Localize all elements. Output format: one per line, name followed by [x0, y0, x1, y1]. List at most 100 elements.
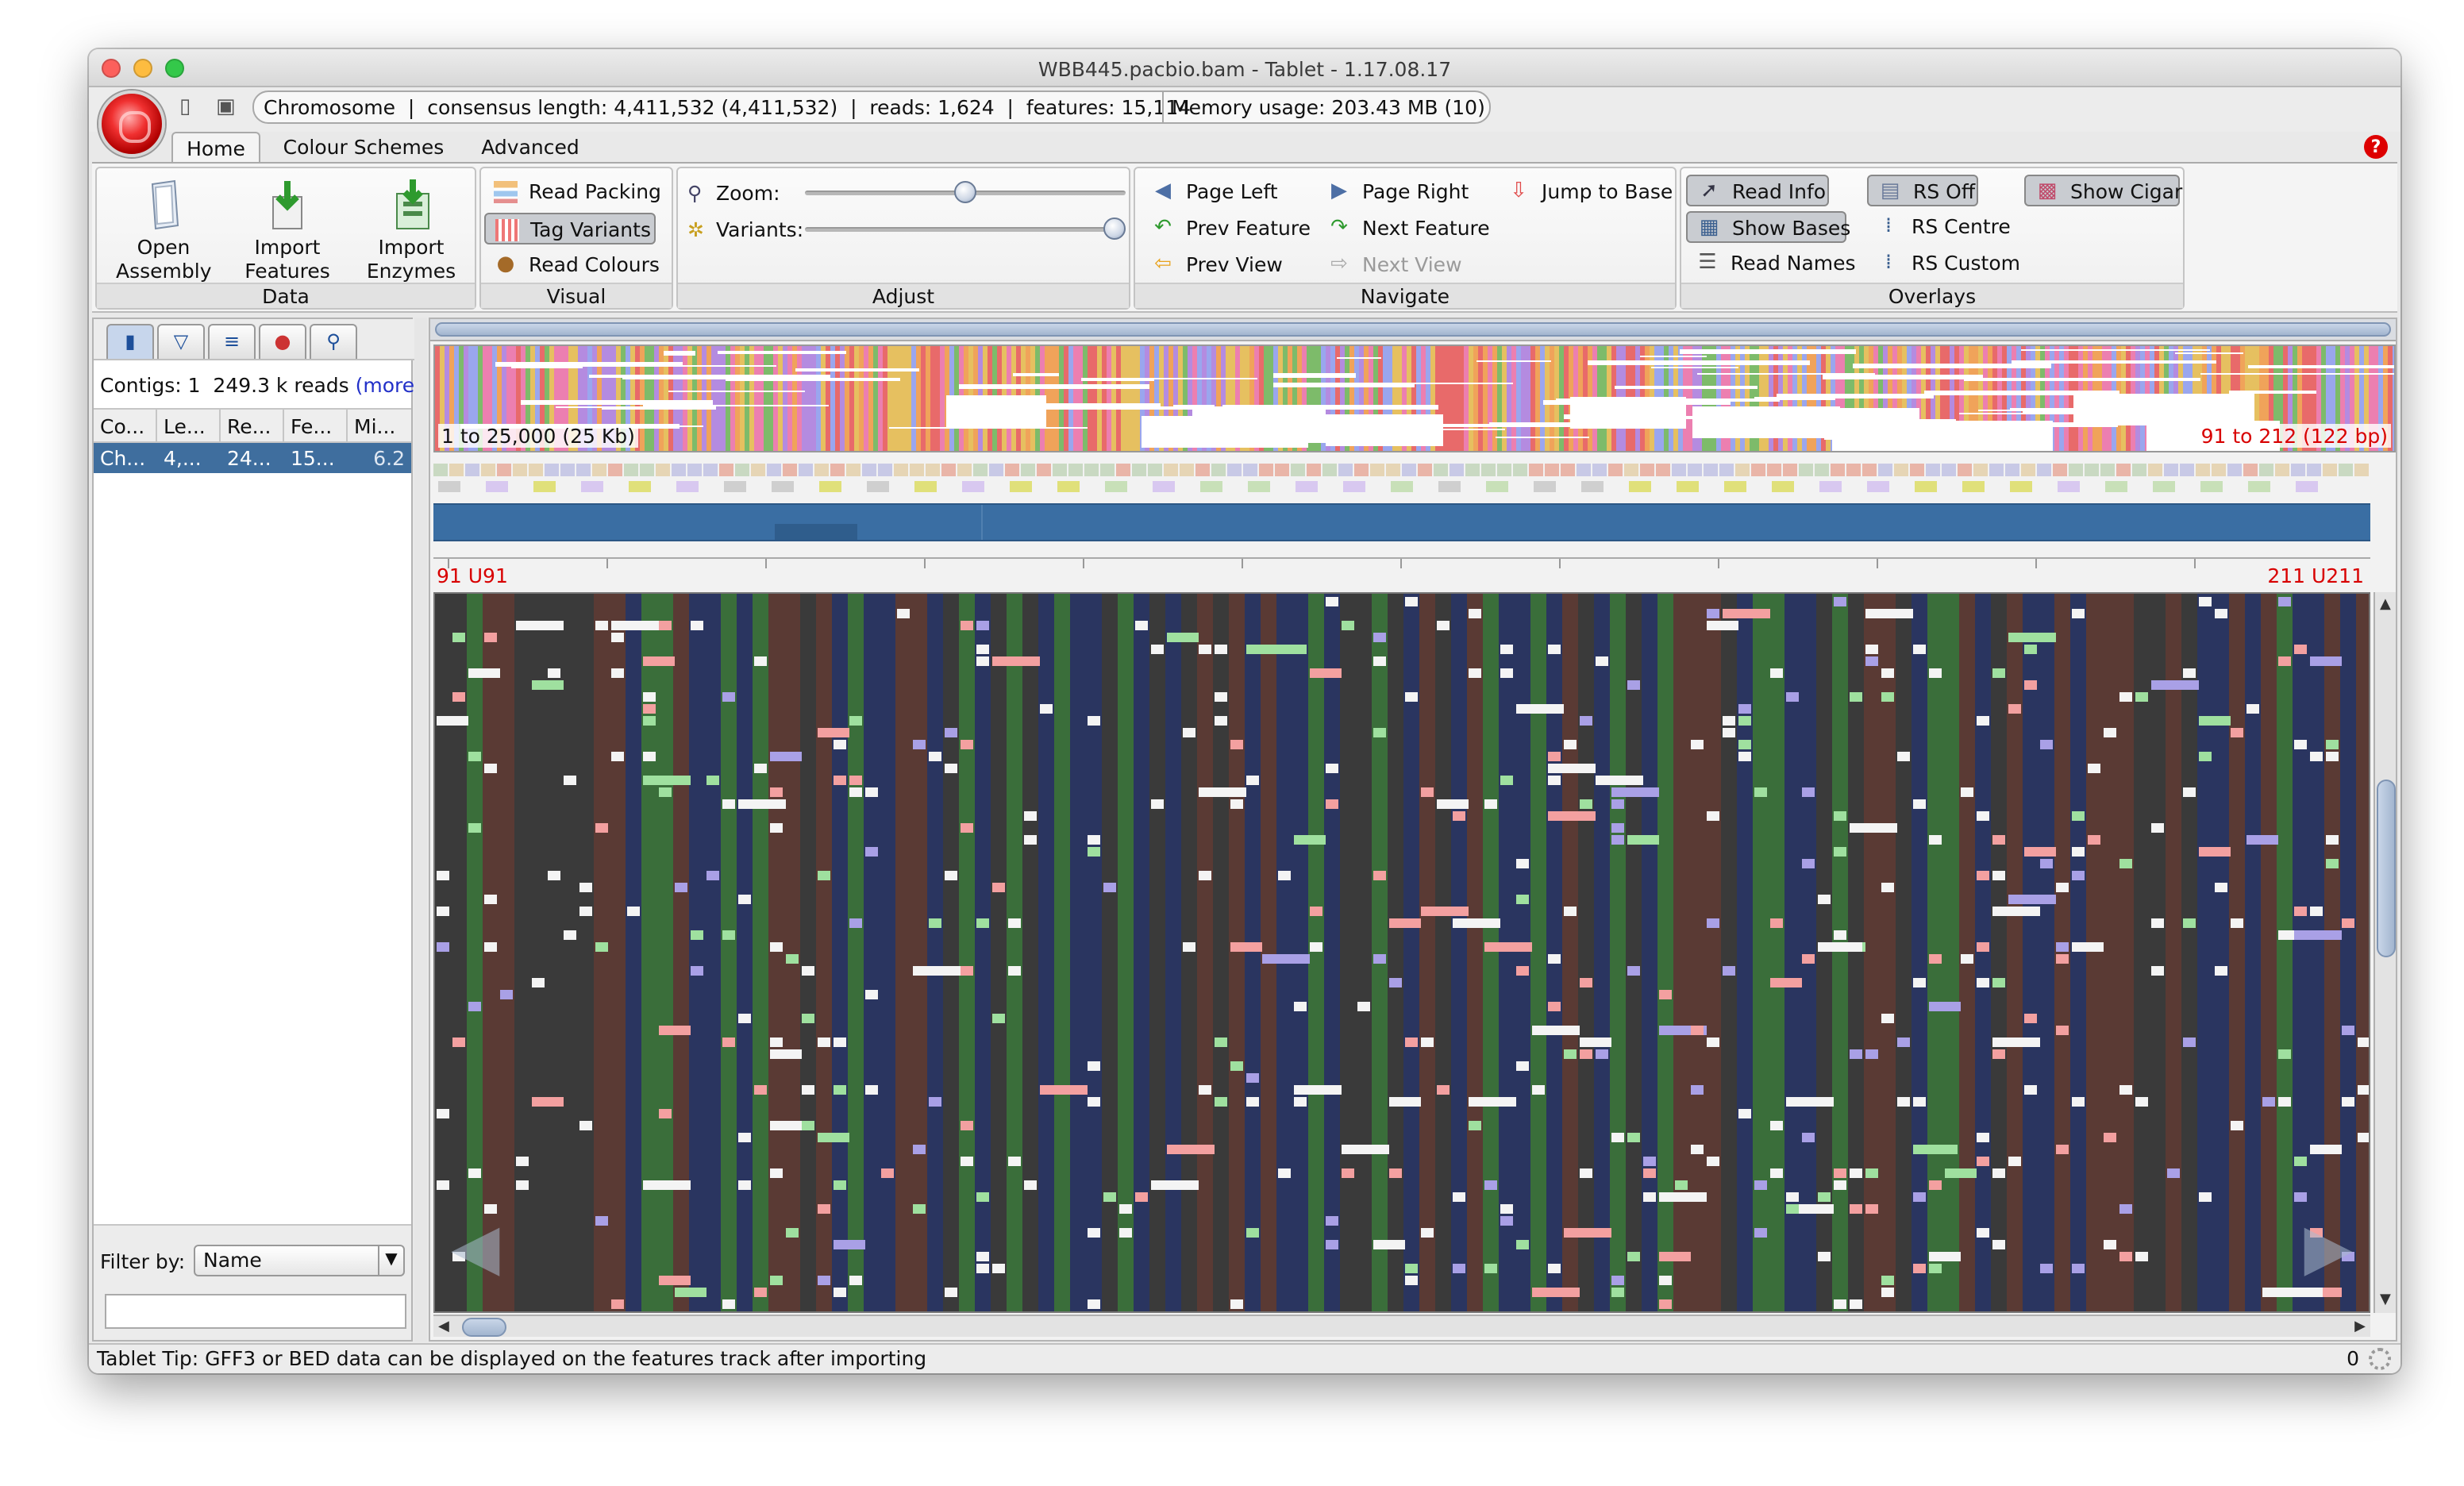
consensus-base	[1307, 464, 1321, 476]
horizontal-scrollbar[interactable]: ◀ ▶	[433, 1315, 2370, 1337]
base-column	[1515, 594, 1530, 1311]
read-packing-button[interactable]: Read Packing	[484, 176, 661, 208]
overview-stripe	[716, 346, 721, 451]
vertical-scrollbar-thumb[interactable]	[2377, 780, 2396, 957]
variant-tag	[2215, 966, 2227, 976]
variant-tag	[1723, 966, 1735, 976]
variant-tag	[1088, 716, 1100, 726]
contigs-tab-icon[interactable]: ▮	[106, 324, 154, 359]
notes-tab-icon[interactable]: ≡	[208, 324, 256, 359]
read-info-button[interactable]: ➚ Read Info	[1686, 175, 1829, 206]
variant-tag	[2135, 1097, 2148, 1107]
page-left-button[interactable]: ◀ Page Left	[1142, 176, 1278, 208]
show-bases-button[interactable]: ▦ Show Bases	[1686, 211, 1850, 243]
filter-select[interactable]: Name ▼	[194, 1245, 405, 1276]
more-link[interactable]: (more)	[356, 373, 422, 397]
import-enzymes-button[interactable]: Import Enzymes	[364, 178, 459, 283]
open-assembly-button[interactable]: Open Assembly	[116, 178, 212, 283]
scroll-down-icon[interactable]: ▼	[2380, 1291, 2391, 1310]
variant-tag	[1548, 954, 1561, 964]
consensus-base	[799, 464, 813, 476]
tab-colour-schemes[interactable]: Colour Schemes	[276, 132, 451, 164]
overview-gap	[1081, 378, 1154, 381]
variants-slider[interactable]	[805, 227, 1126, 232]
tab-advanced[interactable]: Advanced	[467, 132, 594, 164]
vertical-scrollbar[interactable]: ▲ ▼	[2374, 592, 2396, 1313]
column-features[interactable]: Fe...	[284, 410, 348, 443]
read-names-button[interactable]: ☰ Read Names	[1686, 248, 1855, 279]
import-features-button[interactable]: Import Features	[240, 178, 335, 283]
overview-canvas[interactable]: 1 to 25,000 (25 Kb) 91 to 212 (122 bp)	[433, 345, 2396, 452]
tag-variants-button[interactable]: Tag Variants	[484, 213, 656, 244]
variant-tag	[1548, 811, 1596, 821]
variant-tag	[2231, 728, 2243, 737]
next-feature-button[interactable]: ↷ Next Feature	[1318, 213, 1490, 244]
colours-tab-icon[interactable]: ●	[259, 324, 306, 359]
variant-tag	[1548, 764, 1596, 773]
memory-usage: Memory usage: 203.43 MB (10)	[1172, 95, 1485, 119]
open-file-icon[interactable]: ▯	[179, 95, 202, 121]
column-mismatch[interactable]: Mi...	[348, 410, 411, 443]
application-menu-button[interactable]	[98, 90, 165, 157]
base-column	[705, 594, 721, 1311]
consensus-base	[2164, 464, 2178, 476]
variant-tag	[437, 716, 468, 726]
read-colours-button[interactable]: ● Read Colours	[484, 249, 660, 281]
features-tab-icon[interactable]: ▽	[157, 324, 205, 359]
overview-gap	[1823, 375, 1983, 379]
rs-off-button[interactable]: ▤ RS Off	[1867, 175, 1978, 206]
horizontal-scrollbar-thumb[interactable]	[462, 1318, 506, 1337]
rs-centre-button[interactable]: ⁞ RS Centre	[1867, 211, 2011, 243]
search-tab-icon[interactable]: ⚲	[310, 324, 357, 359]
feature-track[interactable]	[433, 503, 2370, 541]
base-column	[1737, 594, 1753, 1311]
show-cigar-button[interactable]: ▩ Show Cigar	[2024, 175, 2182, 206]
filter-input[interactable]	[105, 1294, 406, 1329]
jump-to-base-button[interactable]: ⇩ Jump to Base	[1497, 176, 1673, 208]
consensus-base	[1148, 464, 1162, 476]
page-right-button[interactable]: ▶ Page Right	[1318, 176, 1469, 208]
page-right-overlay-icon[interactable]: ▶	[2304, 1216, 2353, 1280]
page-left-overlay-icon[interactable]: ◀	[451, 1216, 500, 1280]
help-icon[interactable]: ?	[2364, 135, 2388, 159]
variants-slider-knob[interactable]	[1103, 218, 1126, 240]
column-length[interactable]: Le...	[157, 410, 221, 443]
prev-view-button[interactable]: ⇦ Prev View	[1142, 249, 1283, 281]
variant-tag	[2342, 918, 2354, 928]
scroll-up-icon[interactable]: ▲	[2380, 595, 2391, 614]
reads-canvas[interactable]: ◀ ▶	[433, 592, 2370, 1313]
variant-tag	[1199, 871, 1211, 880]
panel-splitter[interactable]	[414, 318, 427, 1342]
variant-tag	[1977, 871, 1989, 880]
scroll-right-icon[interactable]: ▶	[2354, 1318, 2366, 1337]
table-row[interactable]: Ch... 4,... 24... 15... 6.2	[94, 443, 411, 473]
variant-tag	[1913, 645, 1926, 654]
variant-tag	[1357, 1002, 1370, 1011]
next-view-button[interactable]: ⇨ Next View	[1318, 249, 1461, 281]
variant-tag	[992, 1014, 1005, 1023]
base-column	[1896, 594, 1912, 1311]
variant-tag	[2310, 1145, 2342, 1154]
zoom-slider-knob[interactable]	[954, 181, 976, 203]
variant-tag	[1913, 799, 1926, 809]
overview-stripe	[1092, 346, 1097, 451]
variant-tag	[1834, 1180, 1846, 1190]
variant-tag	[2040, 859, 2053, 868]
rs-custom-button[interactable]: ⁞ RS Custom	[1867, 248, 2020, 279]
overview-scrollbar[interactable]	[430, 319, 2396, 341]
base-column	[1102, 594, 1118, 1311]
scroll-left-icon[interactable]: ◀	[438, 1318, 449, 1337]
overview-stripe	[1049, 346, 1054, 451]
save-icon[interactable]: ▣	[216, 95, 238, 121]
overview-stripe	[1516, 346, 1521, 451]
overview-scrollbar-thumb[interactable]	[435, 322, 2391, 337]
variant-tag	[1850, 1204, 1862, 1214]
prev-feature-button[interactable]: ↶ Prev Feature	[1142, 213, 1311, 244]
tab-home[interactable]: Home	[171, 132, 260, 164]
consensus-base	[814, 464, 829, 476]
overview-stripe	[1535, 346, 1540, 451]
column-reads[interactable]: Re...	[221, 410, 284, 443]
column-contig[interactable]: Co...	[94, 410, 157, 443]
variant-tag	[1611, 1276, 1624, 1285]
variant-tag	[1437, 621, 1450, 630]
